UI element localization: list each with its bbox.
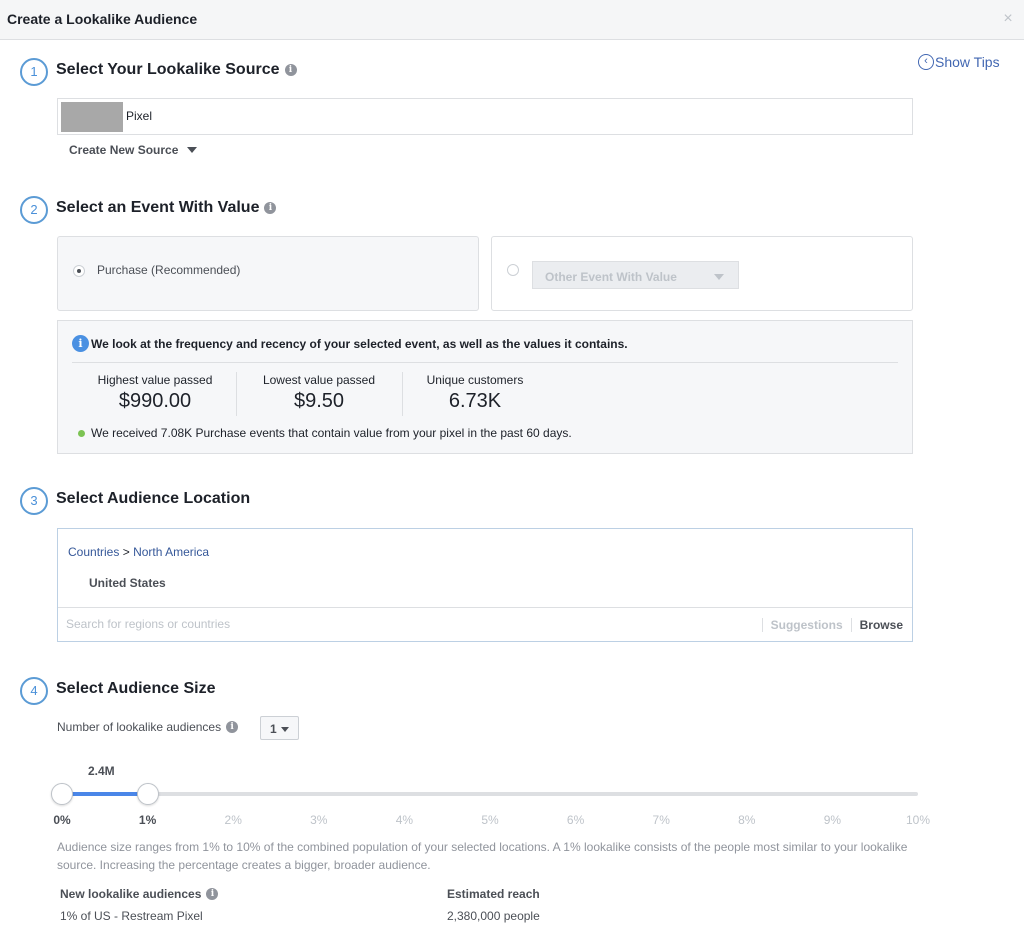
step-2-number: 2 [20,196,48,224]
stat-value: $990.00 [118,390,192,412]
estimated-reach-header: Estimated reach [447,887,540,901]
source-value: Pixel [126,109,153,123]
browse-button[interactable]: Browse [860,618,903,632]
stat-highest-value: Highest value passed $990.00 [90,373,220,413]
audience-size-description: Audience size ranges from 1% to 10% of t… [57,840,908,872]
stat-label: Unique customers [426,373,524,387]
create-new-source-dropdown[interactable]: Create New Source [69,143,198,157]
divider [236,372,237,416]
dialog-header: Create a Lookalike Audience × [0,0,1024,40]
breadcrumb-countries[interactable]: Countries [68,545,119,559]
chevron-left-circle-icon: ‹ [918,54,934,70]
suggestions-button[interactable]: Suggestions [771,618,843,632]
other-event-dropdown[interactable]: Other Event With Value [532,261,739,289]
step-3-number: 3 [20,487,48,515]
number-of-audiences-dropdown[interactable]: 1 [260,716,299,740]
new-audiences-header-text: New lookalike audiences [60,887,202,901]
other-event-option[interactable]: Other Event With Value [491,236,913,311]
caret-down-icon [280,727,289,732]
divider [850,618,852,632]
step-1-number: 1 [20,58,48,86]
step-4-title-text: Select Audience Size [56,680,216,697]
stat-value: $9.50 [293,390,345,412]
caret-down-icon [187,147,198,153]
divider [72,362,898,363]
slider-tick-label: 6% [566,813,585,827]
dialog-title: Create a Lookalike Audience [7,11,198,27]
purchase-radio[interactable] [73,265,85,277]
audience-size-slider[interactable] [51,783,918,805]
slider-tick-label: 8% [738,813,756,827]
stat-label: Highest value passed [97,373,213,387]
slider-tick-label: 5% [481,813,499,827]
divider [402,372,403,416]
purchase-label: Purchase (Recommended) [97,263,241,277]
slider-tick-label: 0% [53,813,71,827]
show-tips-link[interactable]: ‹ Show Tips [918,54,1000,70]
other-event-label: Other Event With Value [545,270,677,284]
new-audiences-header: New lookalike audiences i [60,887,219,901]
breadcrumb-separator: > [122,545,130,559]
info-heading-text: We look at the frequency and recency of … [91,336,628,351]
number-of-audiences-text: Number of lookalike audiences [57,720,222,734]
slider-tick-label: 4% [395,813,414,827]
slider-tick-label: 2% [224,813,242,827]
purchase-event-option[interactable]: Purchase (Recommended) [57,236,479,311]
stat-value: 6.73K [448,390,502,412]
number-of-audiences-value: 1 [270,722,277,736]
slider-tick-label: 7% [652,813,670,827]
location-search-bar: Suggestions Browse [58,607,912,642]
slider-end-handle[interactable] [136,783,159,805]
info-icon[interactable]: i [264,202,277,214]
location-search-actions: Suggestions Browse [754,618,903,632]
stat-label: Lowest value passed [262,373,376,387]
received-events-status: We received 7.08K Purchase events that c… [78,426,572,440]
step-1-title-text: Select Your Lookalike Source [56,61,280,78]
info-heading: i We look at the frequency and recency o… [72,335,628,352]
info-icon[interactable]: i [284,64,297,76]
info-icon[interactable]: i [206,888,219,900]
slider-tick-label: 3% [310,813,328,827]
step-4-title: Select Audience Size [56,680,215,698]
slider-audience-size-label: 2.4M [88,764,115,778]
audience-reach: 2,380,000 people [447,909,540,923]
divider [761,618,763,632]
location-breadcrumb: Countries > North America [68,545,209,559]
redacted-source-name [61,102,123,132]
step-4-number: 4 [20,677,48,705]
number-of-audiences-label: Number of lookalike audiences i [57,720,239,734]
step-2-title-text: Select an Event With Value [56,199,260,216]
caret-down-icon [714,274,724,280]
close-icon[interactable]: × [1000,10,1016,28]
step-3-title: Select Audience Location [56,490,250,508]
step-1-title: Select Your Lookalike Source i [56,61,297,79]
slider-tick-label: 1% [138,813,157,827]
create-new-source-label: Create New Source [69,143,179,157]
stat-lowest-value: Lowest value passed $9.50 [254,373,384,413]
received-events-text: We received 7.08K Purchase events that c… [91,426,572,440]
slider-tick-label: 10% [905,813,931,827]
lookalike-source-field[interactable]: Pixel [57,98,913,135]
show-tips-label: Show Tips [935,54,1000,70]
slider-start-handle[interactable] [51,783,73,805]
location-search-input[interactable] [66,617,666,631]
other-event-radio[interactable] [507,264,519,276]
event-info-panel: i We look at the frequency and recency o… [57,320,913,454]
info-icon[interactable]: i [226,721,239,733]
location-selector: Countries > North America United States … [57,528,913,642]
breadcrumb-north-america[interactable]: North America [133,545,209,559]
step-2-title: Select an Event With Value i [56,199,277,217]
selected-location[interactable]: United States [89,576,166,590]
step-3-title-text: Select Audience Location [56,490,251,507]
slider-selected-range [62,792,148,796]
slider-tick-label: 9% [823,813,842,827]
status-dot-icon [78,429,85,437]
info-icon: i [72,335,89,352]
audience-name: 1% of US - Restream Pixel [60,909,203,923]
stat-unique-customers: Unique customers 6.73K [420,373,530,413]
